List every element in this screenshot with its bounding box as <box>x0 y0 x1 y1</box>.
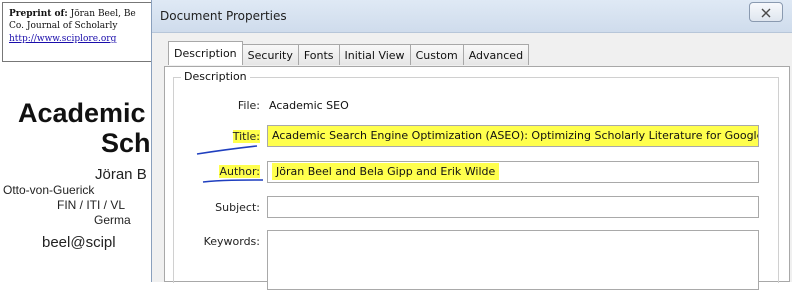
tab-description[interactable]: Description <box>168 41 243 65</box>
author-email: beel@scipl <box>42 234 116 251</box>
affiliation-3: Germa <box>94 213 131 227</box>
close-icon <box>761 3 771 22</box>
tab-panel: Description File: Academic SEO Title: Ac… <box>164 66 790 290</box>
subject-label: Subject: <box>215 201 260 214</box>
file-value: Academic SEO <box>269 99 349 112</box>
author-name: Jöran B <box>95 166 147 183</box>
author-underline-mark <box>202 179 264 183</box>
affiliation-2: FIN / ITI / VL <box>57 198 126 212</box>
title-underline-mark <box>196 145 258 155</box>
tab-security[interactable]: Security <box>241 44 299 65</box>
title-field[interactable]: Academic Search Engine Optimization (ASE… <box>267 125 759 147</box>
keywords-label: Keywords: <box>203 235 260 248</box>
close-button[interactable] <box>749 2 783 22</box>
tab-initial-view[interactable]: Initial View <box>338 44 411 65</box>
dialog-title: Document Properties <box>160 9 287 23</box>
document-properties-dialog: Document Properties Description Security… <box>151 0 792 290</box>
tab-custom[interactable]: Custom <box>409 44 464 65</box>
author-field[interactable]: Jöran Beel and Bela Gipp and Erik Wilde <box>267 161 759 183</box>
preprint-prefix: Preprint of: <box>9 9 68 19</box>
preprint-line-1: Preprint of: Jöran Beel, Be <box>9 9 136 19</box>
preprint-author: Jöran Beel, Be <box>67 9 136 19</box>
author-value: Jöran Beel and Bela Gipp and Erik Wilde <box>272 163 500 180</box>
affiliation-1: Otto-von-Guerick <box>3 183 95 197</box>
subject-field[interactable] <box>267 196 759 218</box>
keywords-field[interactable] <box>267 230 759 290</box>
dialog-titlebar[interactable]: Document Properties <box>152 0 792 33</box>
tab-advanced[interactable]: Advanced <box>462 44 530 65</box>
group-label: Description <box>181 70 250 83</box>
paper-title-line-1: Academic S <box>18 98 172 128</box>
preprint-link[interactable]: http://www.sciplore.org <box>9 34 116 44</box>
preprint-line-2: Co. Journal of Scholarly <box>9 21 118 31</box>
file-label: File: <box>237 99 260 112</box>
title-label: Title: <box>232 130 260 143</box>
tab-fonts[interactable]: Fonts <box>297 44 340 65</box>
tab-bar: Description Security Fonts Initial View … <box>168 41 530 66</box>
